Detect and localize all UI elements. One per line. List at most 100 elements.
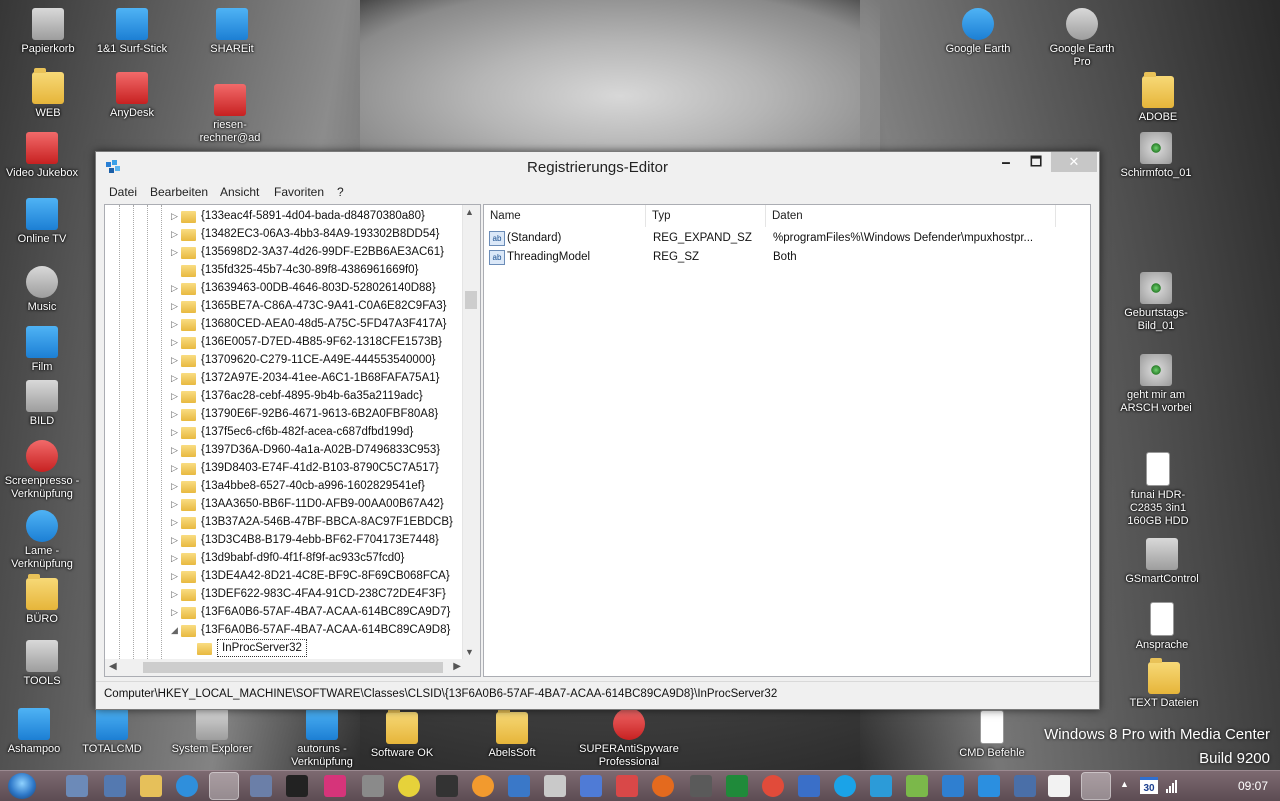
expand-arrow-icon[interactable]: ▷ [171,297,181,315]
desktop-icon-gsmartcontrol[interactable]: GSmartControl [1120,538,1204,586]
desktop-icon-surf-stick[interactable]: 1&1 Surf-Stick [90,8,174,56]
minimize-button[interactable]: 🗕 [991,152,1021,172]
desktop-icon-ansprache[interactable]: Ansprache [1120,602,1204,652]
desktop-icon-geht-mir[interactable]: geht mir am ARSCH vorbei [1114,354,1198,415]
tree-node[interactable]: ▷ {1397D36A-D960-4a1a-A02B-D7496833C953} [105,441,463,459]
tree-node-inprocserver32[interactable]: InProcServer32 [105,639,463,657]
scroll-up-icon[interactable]: ▲ [465,207,474,217]
taskbar-firefox-icon[interactable] [652,775,674,797]
expand-arrow-icon[interactable]: ▷ [171,495,181,513]
column-header-data[interactable]: Daten [766,205,1056,227]
taskbar-cmd-icon[interactable] [286,775,308,797]
expand-arrow-icon[interactable]: ▷ [171,459,181,477]
expand-arrow-icon[interactable]: ▷ [171,243,181,261]
tree-node[interactable]: ▷ {135698D2-3A37-4d26-99DF-E2BB6AE3AC61} [105,243,463,261]
desktop-icon-web[interactable]: WEB [6,68,90,120]
tree-node[interactable]: ▷ {133eac4f-5891-4d04-bada-d84870380a80} [105,207,463,225]
desktop-icon-adobe[interactable]: ADOBE [1116,72,1200,124]
desktop-icon-totalcmd[interactable]: TOTALCMD [70,708,154,756]
taskbar-app-icon[interactable] [250,775,272,797]
tree-horizontal-scrollbar[interactable]: ◀ ▶ [105,659,463,676]
tree-node[interactable]: ▷ {13F6A0B6-57AF-4BA7-ACAA-614BC89CA9D7} [105,603,463,621]
taskbar-chrome-icon[interactable] [762,775,784,797]
tree-vertical-scrollbar[interactable]: ▲ ▼ [462,205,480,659]
scroll-left-icon[interactable]: ◀ [109,661,117,672]
expand-arrow-icon[interactable]: ▷ [171,567,181,585]
taskbar-app-icon[interactable] [472,775,494,797]
menu-help[interactable]: ? [337,185,344,199]
taskbar-ie-icon[interactable] [176,775,198,797]
tree-node[interactable]: ▷ {13D3C4B8-B179-4ebb-BF62-F704173E7448} [105,531,463,549]
registry-editor-window[interactable]: Registrierungs-Editor 🗕 🗖 ✕ Datei Bearbe… [95,151,1100,710]
taskbar-app-icon[interactable] [362,775,384,797]
desktop-icon-recycle-bin[interactable]: Papierkorb [6,8,90,56]
desktop-icon-software-ok[interactable]: Software OK [360,708,444,760]
expand-arrow-icon[interactable]: ▷ [171,423,181,441]
tree-node[interactable]: ▷ {13709620-C279-11CE-A49E-444553540000} [105,351,463,369]
desktop-icon-buero[interactable]: BÜRO [0,574,84,626]
taskbar-app-icon[interactable] [906,775,928,797]
tree-node[interactable]: ▷ {13d9babf-d9f0-4f1f-8f9f-ac933c57fcd0} [105,549,463,567]
desktop-icon-video-jukebox[interactable]: Video Jukebox [0,132,84,180]
desktop-icon-online-tv[interactable]: Online TV [0,198,84,246]
expand-arrow-icon[interactable]: ▷ [171,225,181,243]
expand-arrow-icon[interactable]: ▷ [171,549,181,567]
tree-node[interactable]: ▷ {13680CED-AEA0-48d5-A75C-5FD47A3F417A} [105,315,463,333]
signal-tray-icon[interactable] [1166,779,1180,793]
tree-node[interactable]: ▷ {13DEF622-983C-4FA4-91CD-238C72DE4F3F} [105,585,463,603]
expand-arrow-icon[interactable]: ▷ [171,351,181,369]
expand-arrow-icon[interactable]: ▷ [171,531,181,549]
value-row[interactable]: ab ThreadingModel REG_SZ Both [484,248,1084,266]
desktop-icon-anydesk[interactable]: AnyDesk [90,72,174,120]
taskbar-app-icon[interactable] [66,775,88,797]
tree-node[interactable]: ▷ {13a4bbe8-6527-40cb-a996-1602829541ef} [105,477,463,495]
taskbar-app-icon[interactable] [1048,775,1070,797]
calendar-tray-icon[interactable]: 30 [1140,777,1158,794]
desktop-icon-film[interactable]: Film [0,326,84,374]
menu-datei[interactable]: Datei [109,185,137,199]
tree-node[interactable]: ▷ {136E0057-D7ED-4B85-9F62-1318CFE1573B} [105,333,463,351]
desktop-icon-google-earth-pro[interactable]: Google Earth Pro [1040,8,1124,69]
tree-node[interactable]: ▷ {13AA3650-BB6F-11D0-AFB9-00AA00B67A42} [105,495,463,513]
taskbar-app-icon[interactable] [1014,775,1036,797]
expand-arrow-icon[interactable]: ▷ [171,603,181,621]
desktop-icon-shareit[interactable]: SHAREit [190,8,274,56]
tree-node[interactable]: ◢ {13F6A0B6-57AF-4BA7-ACAA-614BC89CA9D8} [105,621,463,639]
desktop-icon-riesen-rechner[interactable]: riesen-rechner@ad [188,84,272,145]
start-button[interactable] [8,773,36,799]
desktop-icon-abelssoft[interactable]: AbelsSoft [470,708,554,760]
registry-tree[interactable]: ▷ {133eac4f-5891-4d04-bada-d84870380a80} ▷… [104,204,481,677]
taskbar-app-icon[interactable] [544,775,566,797]
desktop-icon-google-earth[interactable]: Google Earth [936,8,1020,56]
desktop-icon-ashampoo[interactable]: Ashampoo [0,708,76,756]
expand-arrow-icon[interactable]: ▷ [171,207,181,225]
desktop-icon-funai[interactable]: funai HDR-C2835 3in1 160GB HDD [1116,452,1200,528]
scroll-down-icon[interactable]: ▼ [465,647,474,657]
desktop-icon-autoruns[interactable]: autoruns - Verknüpfung [280,708,364,769]
title-bar[interactable]: Registrierungs-Editor 🗕 🗖 ✕ [96,152,1099,182]
column-header-name[interactable]: Name [484,205,646,227]
expand-arrow-icon[interactable]: ▷ [171,513,181,531]
tree-node[interactable]: ▷ {13DE4A42-8D21-4C8E-BF9C-8F69CB068FCA} [105,567,463,585]
expand-arrow-icon[interactable]: ▷ [171,279,181,297]
desktop-icon-music[interactable]: Music [0,266,84,314]
tree-scroll-thumb[interactable] [465,291,477,309]
value-row[interactable]: ab (Standard) REG_EXPAND_SZ %programFiles%\… [484,229,1084,247]
expand-arrow-icon[interactable]: ▷ [171,387,181,405]
expand-arrow-icon[interactable]: ▷ [171,405,181,423]
clock[interactable]: 09:07 [1238,779,1268,793]
tree-node[interactable]: ▷ {139D8403-E74F-41d2-B103-8790C5C7A517} [105,459,463,477]
tree-node[interactable]: ▷ {1376ac28-cebf-4895-9b4b-6a35a2119adc} [105,387,463,405]
taskbar-excel-icon[interactable] [726,775,748,797]
expand-arrow-icon[interactable]: ▷ [171,585,181,603]
scroll-right-icon[interactable]: ▶ [453,661,461,672]
column-header-type[interactable]: Typ [646,205,766,227]
tree-node[interactable]: ▷ {1372A97E-2034-41ee-A6C1-1B68FAFA75A1} [105,369,463,387]
tree-node[interactable]: ▷ {13B37A2A-546B-47BF-BBCA-8AC97F1EBDCB} [105,513,463,531]
taskbar-app-icon[interactable] [508,775,530,797]
menu-favoriten[interactable]: Favoriten [274,185,324,199]
tree-node[interactable]: {135fd325-45b7-4c30-89f8-4386961669f0} [105,261,463,279]
expand-arrow-icon[interactable]: ▷ [171,315,181,333]
taskbar-skype-icon[interactable] [834,775,856,797]
taskbar-app-icon[interactable] [104,775,126,797]
